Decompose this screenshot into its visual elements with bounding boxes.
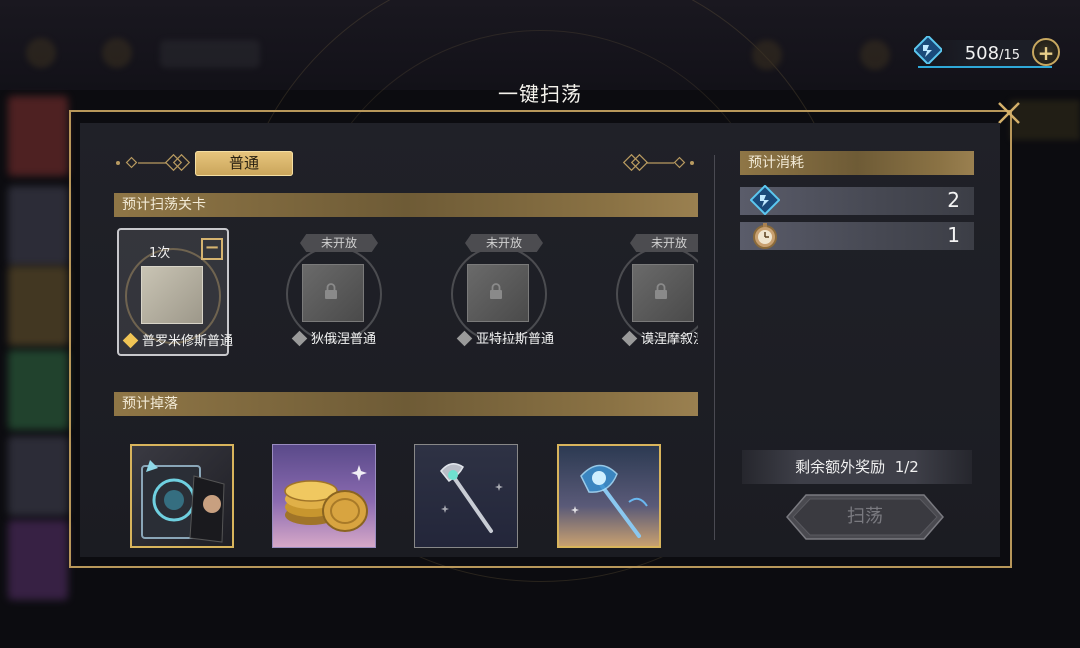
- sweep-button-label: 扫荡: [847, 506, 883, 527]
- background-tile: [8, 350, 68, 430]
- sweep-button[interactable]: 扫荡: [786, 494, 944, 540]
- drop-item-crystal-wand[interactable]: [557, 444, 661, 548]
- column-divider: [714, 155, 715, 540]
- background-tile: [8, 266, 68, 346]
- gold-coins-icon: [284, 465, 368, 532]
- ornament-left-icon: [116, 153, 190, 172]
- locked-badge: 未开放: [630, 234, 698, 252]
- drop-item-tarot-card[interactable]: [130, 444, 234, 548]
- silver-staff-icon: [440, 463, 503, 533]
- tab-normal-difficulty[interactable]: 普通: [195, 151, 293, 176]
- background-tile: [8, 436, 68, 516]
- background-tile: [8, 520, 68, 600]
- extra-reward-counter: 剩余额外奖励 1/2: [742, 450, 972, 484]
- cost-row-pocket-watch: 1: [740, 222, 974, 250]
- energy-counter: 508/15 +: [910, 36, 1060, 70]
- stage-count: 1次: [149, 246, 171, 261]
- stage-name: 普罗米修斯普通: [119, 330, 233, 349]
- background-label: [160, 40, 260, 68]
- diamond-icon: [456, 330, 473, 347]
- background-icon: [860, 40, 890, 70]
- diamond-icon: [291, 330, 308, 347]
- stage-card-prometheus[interactable]: 1次 − 普罗米修斯普通: [117, 228, 233, 356]
- stage-thumbnail: [141, 266, 203, 324]
- stage-card-dione[interactable]: 未开放 狄俄涅普通: [280, 228, 392, 356]
- stage-card-atlas[interactable]: 未开放 亚特拉斯普通: [445, 228, 557, 356]
- extra-reward-label: 剩余额外奖励: [795, 458, 886, 476]
- lock-icon: [655, 283, 667, 299]
- energy-icon: [914, 36, 942, 64]
- lock-icon: [325, 283, 337, 299]
- background-icon: [102, 38, 132, 68]
- drop-item-silver-staff[interactable]: [414, 444, 518, 548]
- stage-card-mnemosyne[interactable]: 未开放 谟涅摩叙涅: [610, 228, 698, 356]
- decrease-count-button[interactable]: −: [201, 238, 223, 260]
- add-energy-button[interactable]: +: [1032, 38, 1060, 66]
- lock-icon: [490, 283, 502, 299]
- energy-icon: [750, 185, 780, 215]
- drop-item-gold-coins[interactable]: [272, 444, 376, 548]
- energy-value: 508/15: [964, 43, 1020, 64]
- drops-header: 预计掉落: [114, 392, 698, 416]
- minus-icon: −: [204, 237, 220, 258]
- diamond-icon: [621, 330, 638, 347]
- locked-badge: 未开放: [465, 234, 543, 252]
- stage-name: 狄俄涅普通: [288, 328, 376, 347]
- crystal-wand-icon: [571, 464, 648, 538]
- ornament-right-icon: [622, 153, 694, 172]
- background-tile: [8, 96, 68, 176]
- modal-title: 一键扫荡: [498, 82, 582, 106]
- extra-reward-value: 1/2: [894, 458, 919, 476]
- cost-row-energy: 2: [740, 185, 974, 215]
- background-icon: [752, 40, 782, 70]
- diamond-icon: [122, 332, 139, 349]
- cost-value: 2: [947, 188, 960, 212]
- tarot-card-icon: [141, 460, 225, 543]
- stage-name: 亚特拉斯普通: [453, 328, 554, 347]
- stage-clip: 未开放 谟涅摩叙涅: [600, 228, 698, 356]
- cost-header: 预计消耗: [740, 151, 974, 175]
- background-tile: [8, 186, 68, 266]
- locked-badge: 未开放: [300, 234, 378, 252]
- plus-icon: +: [1037, 41, 1055, 65]
- cost-value: 1: [947, 223, 960, 247]
- stage-name: 谟涅摩叙涅: [618, 328, 698, 347]
- stages-header: 预计扫荡关卡: [114, 193, 698, 217]
- background-icon: [26, 38, 56, 68]
- pocket-watch-icon: [753, 223, 777, 249]
